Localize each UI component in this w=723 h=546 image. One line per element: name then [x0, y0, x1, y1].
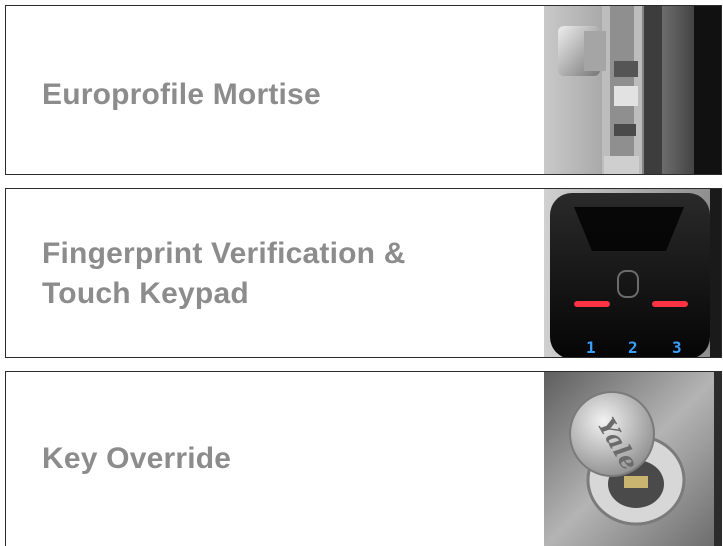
feature-card-fingerprint: Fingerprint Verification & Touch Keypad: [5, 188, 722, 358]
mortise-lock-photo: [544, 6, 721, 174]
feature-label: Key Override: [42, 442, 232, 475]
feature-card-key-override: Key Override Yale: [5, 371, 722, 546]
feature-label-line-2: Touch Keypad: [42, 277, 249, 310]
keypad-digit: 3: [672, 338, 682, 357]
feature-label-line-1: Fingerprint Verification &: [42, 237, 406, 270]
keypad-digit: 1: [586, 338, 596, 357]
key-override-photo: Yale: [544, 372, 721, 546]
keypad-digit: 2: [628, 338, 638, 357]
feature-label: Fingerprint Verification & Touch Keypad: [42, 234, 406, 314]
feature-label: Europrofile Mortise: [42, 78, 321, 111]
fingerprint-keypad-photo: 1 2 3: [544, 189, 721, 357]
feature-card-mortise: Europrofile Mortise: [5, 5, 722, 175]
